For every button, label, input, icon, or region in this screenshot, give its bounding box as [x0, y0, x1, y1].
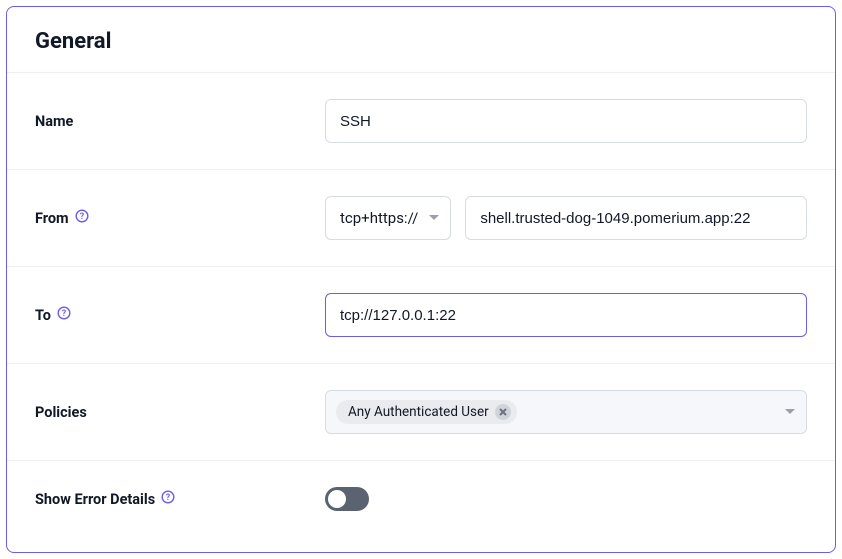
general-panel: General Name From ? tcp+https://	[6, 6, 836, 553]
label-col: Policies	[35, 404, 325, 421]
row-from: From ? tcp+https://	[7, 170, 835, 267]
name-input[interactable]	[325, 99, 807, 143]
show-error-details-toggle[interactable]	[325, 487, 369, 511]
from-label: From	[35, 210, 69, 227]
field-col	[325, 99, 807, 143]
chevron-down-icon	[784, 403, 796, 422]
svg-text:?: ?	[79, 212, 84, 222]
help-icon[interactable]: ?	[75, 209, 89, 223]
help-icon[interactable]: ?	[57, 306, 71, 320]
section-title: General	[35, 29, 807, 54]
from-host-input[interactable]	[465, 196, 807, 240]
name-label: Name	[35, 113, 73, 130]
help-icon[interactable]: ?	[161, 490, 175, 504]
label-col: From ?	[35, 210, 325, 227]
chip-remove-icon[interactable]	[495, 404, 511, 420]
show-error-details-label: Show Error Details	[35, 491, 155, 508]
panel-header: General	[7, 7, 835, 73]
field-col	[325, 487, 807, 511]
label-col: To ?	[35, 307, 325, 324]
from-protocol-select[interactable]: tcp+https://	[325, 196, 451, 240]
policies-label: Policies	[35, 404, 87, 421]
policy-chip: Any Authenticated User	[336, 400, 517, 424]
to-label: To	[35, 307, 51, 324]
toggle-knob	[328, 490, 346, 508]
row-to: To ?	[7, 267, 835, 364]
field-col: tcp+https://	[325, 196, 807, 240]
row-policies: Policies Any Authenticated User	[7, 364, 835, 461]
chevron-down-icon	[428, 212, 440, 224]
svg-text:?: ?	[62, 309, 67, 319]
field-col: Any Authenticated User	[325, 390, 807, 434]
row-show-error-details: Show Error Details ?	[7, 461, 835, 537]
svg-text:?: ?	[166, 493, 171, 503]
field-col	[325, 293, 807, 337]
policy-chip-label: Any Authenticated User	[348, 404, 489, 420]
label-col: Name	[35, 113, 325, 130]
policies-select[interactable]: Any Authenticated User	[325, 390, 807, 434]
row-name: Name	[7, 73, 835, 170]
from-protocol-value: tcp+https://	[340, 209, 418, 227]
to-input[interactable]	[325, 293, 807, 337]
label-col: Show Error Details ?	[35, 491, 325, 508]
